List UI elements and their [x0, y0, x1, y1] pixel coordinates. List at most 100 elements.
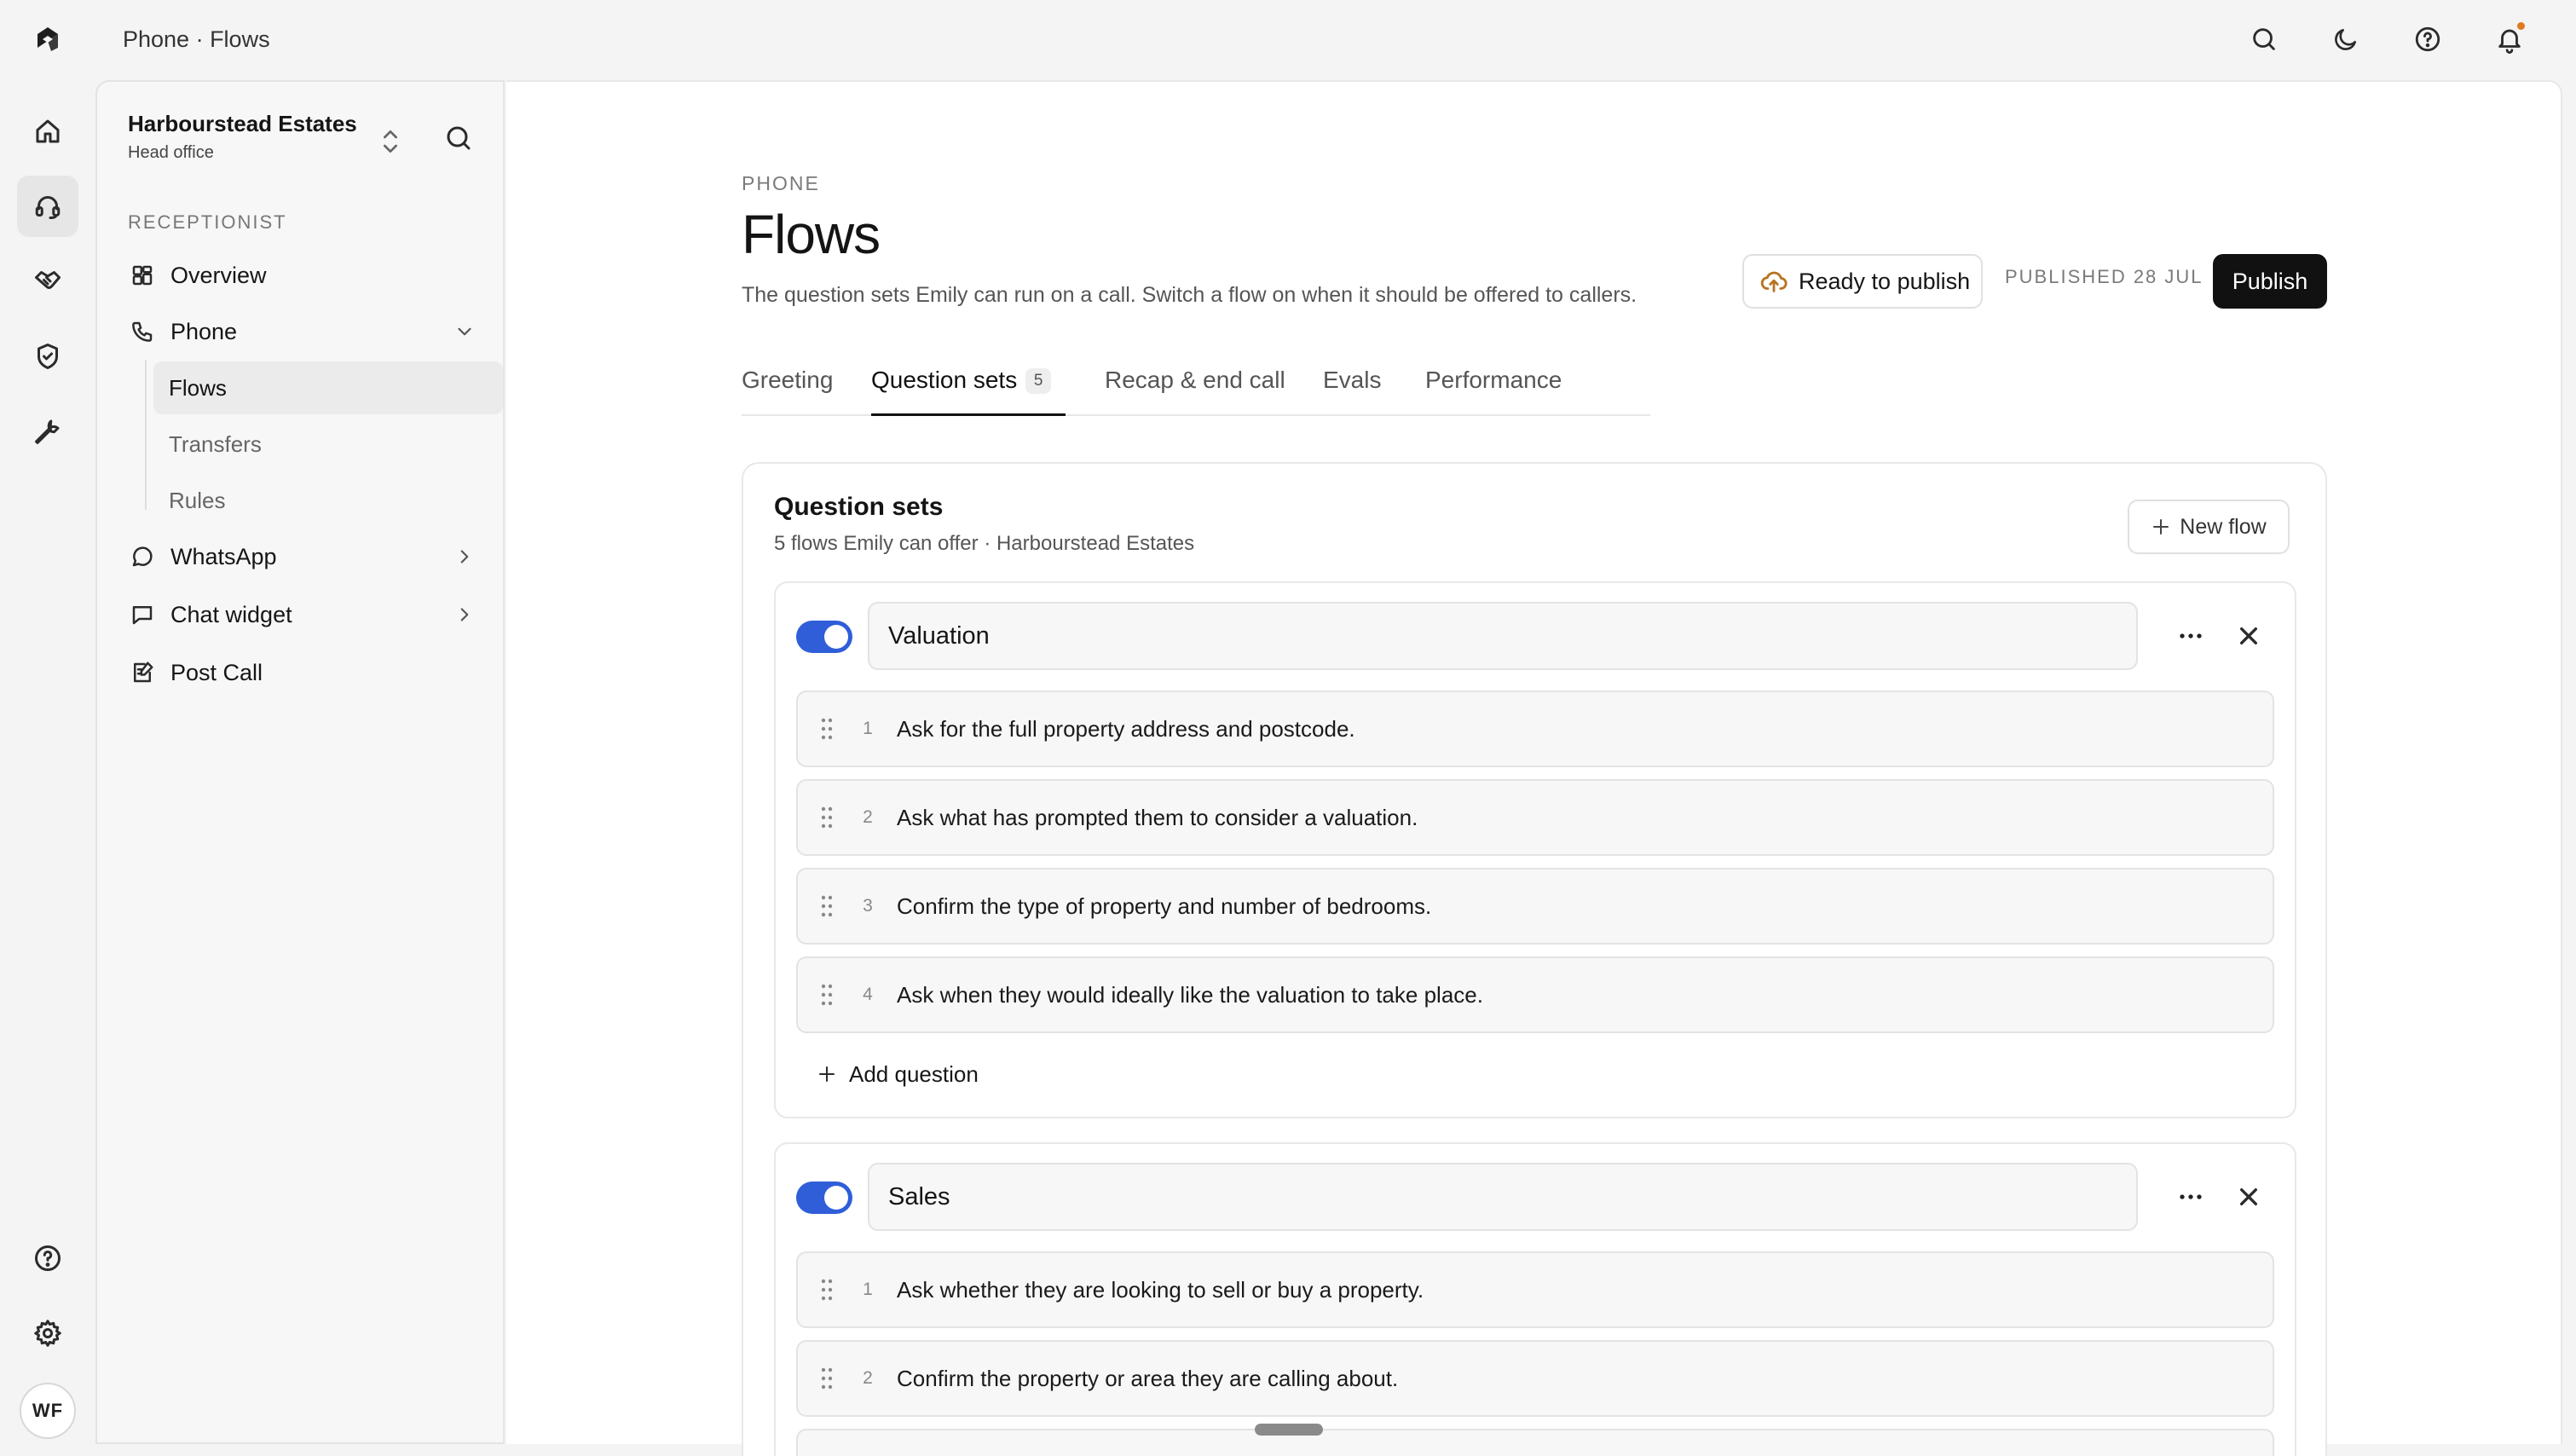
flow-name-input[interactable]: Sales	[868, 1163, 2138, 1231]
scroll-handle[interactable]	[1255, 1424, 1323, 1436]
handshake-icon	[32, 266, 63, 297]
sidebar-item-phone[interactable]: Phone	[128, 310, 486, 353]
chevron-right-icon[interactable]	[453, 546, 476, 568]
breadcrumb: Phone · Flows	[123, 26, 270, 52]
question-row[interactable]: 1 Ask whether they are looking to sell o…	[796, 1251, 2274, 1328]
published-status: PUBLISHED 28 JUL	[2005, 266, 2203, 287]
sidebar-subitem-rules[interactable]: Rules	[153, 474, 503, 527]
rail-settings-button[interactable]	[17, 1303, 78, 1364]
search-icon[interactable]	[2247, 22, 2281, 56]
toggle-knob	[824, 625, 848, 649]
tab-recap-end-call[interactable]: Recap & end call	[1105, 363, 1285, 416]
question-number: 4	[863, 985, 873, 1004]
rail-home-button[interactable]	[17, 101, 78, 162]
gear-icon	[32, 1318, 63, 1349]
question-number: 2	[863, 807, 873, 827]
publish-button[interactable]: Publish	[2213, 254, 2327, 309]
moon-icon[interactable]	[2329, 22, 2363, 56]
question-number: 3	[863, 896, 873, 916]
tab-question-sets[interactable]: Question sets 5	[871, 363, 1066, 416]
tab-performance[interactable]: Performance	[1425, 363, 1562, 416]
drag-handle-icon[interactable]	[818, 806, 835, 829]
rail-help-button[interactable]	[17, 1228, 78, 1289]
question-number: 1	[863, 719, 873, 738]
sidebar-subitem-transfers[interactable]: Transfers	[153, 418, 503, 471]
top-bar: Phone · Flows	[0, 0, 2576, 80]
question-text[interactable]: Ask for the full property address and po…	[897, 716, 1355, 742]
rail-tools-button[interactable]	[17, 401, 78, 462]
more-options-icon[interactable]	[2174, 1180, 2208, 1214]
sidebar-subitem-flows[interactable]: Flows	[153, 361, 503, 414]
question-number: 2	[863, 1368, 873, 1388]
sidebar-item-post-call[interactable]: Post Call	[128, 651, 486, 694]
sidebar-item-overview[interactable]: Overview	[128, 254, 486, 297]
chevron-down-icon[interactable]	[453, 321, 476, 343]
clipboard-edit-icon	[128, 658, 157, 687]
tab-count-badge: 5	[1025, 368, 1052, 394]
sidebar: Harbourstead Estates Head office RECEPTI…	[95, 80, 505, 1444]
close-icon[interactable]	[2232, 1180, 2266, 1214]
more-options-icon[interactable]	[2174, 619, 2208, 653]
help-icon[interactable]	[2411, 22, 2445, 56]
add-question-button[interactable]: Add question	[817, 1057, 979, 1091]
flow-sales: Sales 1 Ask whether they are looking to …	[774, 1142, 2296, 1456]
question-row[interactable]	[796, 1429, 2274, 1456]
avatar[interactable]: WF	[20, 1383, 76, 1439]
drag-handle-icon[interactable]	[818, 1278, 835, 1302]
sidebar-search-icon[interactable]	[443, 123, 477, 157]
rail-security-button[interactable]	[17, 326, 78, 387]
ready-to-publish-button[interactable]: Ready to publish	[1742, 254, 1983, 309]
drag-handle-icon[interactable]	[818, 717, 835, 741]
tab-greeting[interactable]: Greeting	[742, 363, 833, 416]
new-flow-button[interactable]: New flow	[2128, 500, 2290, 554]
question-text[interactable]: Ask when they would ideally like the val…	[897, 982, 1483, 1008]
flow-toggle[interactable]	[796, 1182, 852, 1214]
submenu-guide-line	[145, 360, 147, 510]
org-name[interactable]: Harbourstead Estates	[128, 111, 357, 137]
tab-label: Recap & end call	[1105, 367, 1285, 393]
question-text[interactable]: Ask whether they are looking to sell or …	[897, 1277, 1424, 1303]
question-row[interactable]: 1 Ask for the full property address and …	[796, 690, 2274, 767]
question-row[interactable]: 3 Confirm the type of property and numbe…	[796, 868, 2274, 945]
bell-icon[interactable]	[2492, 22, 2527, 56]
headset-icon	[32, 191, 63, 222]
sidebar-item-chat-widget[interactable]: Chat widget	[128, 593, 486, 636]
question-row[interactable]: 2 Ask what has prompted them to consider…	[796, 779, 2274, 856]
question-text[interactable]: Confirm the type of property and number …	[897, 893, 1431, 920]
home-icon	[32, 116, 63, 147]
shield-check-icon	[32, 341, 63, 372]
page-title: Flows	[742, 204, 881, 265]
grid-icon	[128, 261, 157, 290]
main-content: PHONE Flows The question sets Emily can …	[506, 80, 2562, 1456]
chevron-right-icon[interactable]	[453, 604, 476, 626]
flow-toggle[interactable]	[796, 621, 852, 653]
drag-handle-icon[interactable]	[818, 1366, 835, 1390]
tab-label: Greeting	[742, 367, 834, 393]
tab-evals[interactable]: Evals	[1323, 363, 1381, 416]
drag-handle-icon[interactable]	[818, 983, 835, 1007]
question-text[interactable]: Confirm the property or area they are ca…	[897, 1366, 1398, 1392]
plus-icon	[2151, 517, 2171, 537]
question-row[interactable]: 2 Confirm the property or area they are …	[796, 1340, 2274, 1417]
phone-icon	[128, 317, 157, 346]
card-subtitle: 5 flows Emily can offer · Harbourstead E…	[774, 532, 1195, 555]
sidebar-item-whatsapp[interactable]: WhatsApp	[128, 535, 486, 578]
drag-handle-icon[interactable]	[818, 894, 835, 918]
question-row[interactable]: 4 Ask when they would ideally like the v…	[796, 956, 2274, 1033]
rail-deals-button[interactable]	[17, 251, 78, 312]
app-logo-icon[interactable]	[31, 22, 65, 56]
add-question-label: Add question	[849, 1060, 979, 1087]
flow-name-input[interactable]: Valuation	[868, 602, 2138, 670]
org-switcher-icon[interactable]	[378, 124, 402, 159]
question-text[interactable]: Ask what has prompted them to consider a…	[897, 805, 1418, 831]
page-description: The question sets Emily can run on a cal…	[742, 283, 1637, 307]
sidebar-item-label: Overview	[170, 262, 267, 288]
section-label-receptionist: RECEPTIONIST	[128, 211, 287, 233]
sidebar-item-label: WhatsApp	[170, 543, 277, 569]
help-icon	[32, 1243, 63, 1274]
tab-label: Evals	[1323, 367, 1382, 393]
question-number: 1	[863, 1280, 873, 1299]
rail-receptionist-button[interactable]	[17, 176, 78, 237]
flow-valuation: Valuation 1 Ask for the full property ad…	[774, 581, 2296, 1118]
close-icon[interactable]	[2232, 619, 2266, 653]
